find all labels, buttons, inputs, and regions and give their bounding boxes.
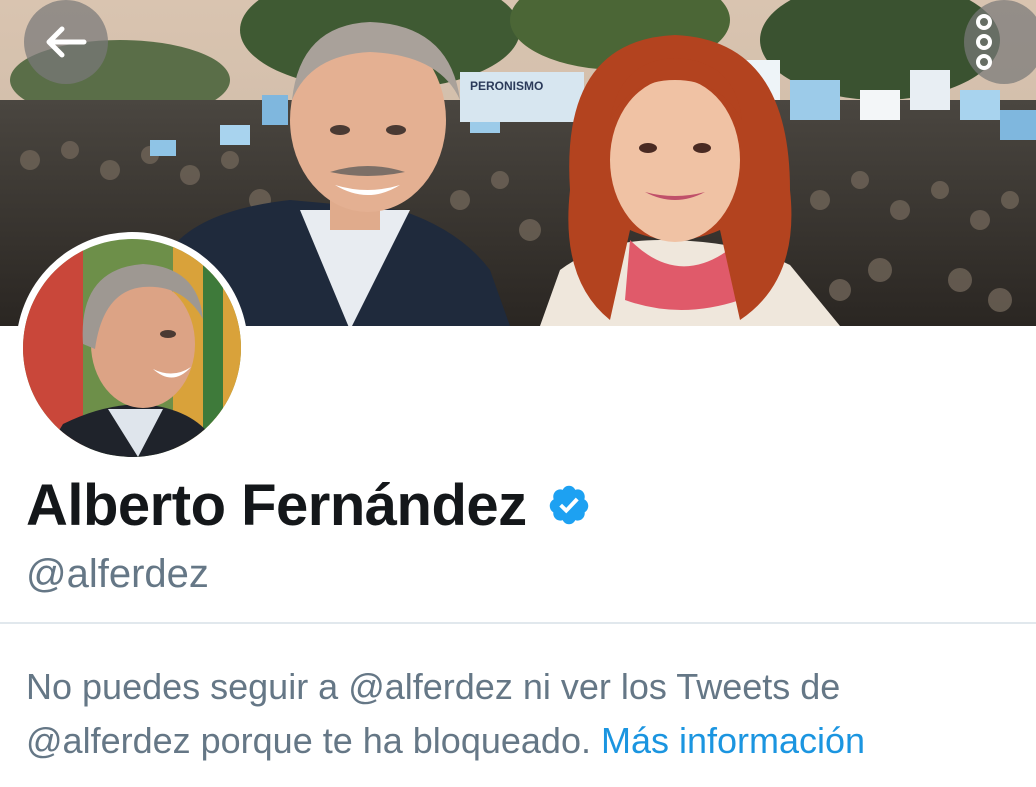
blocked-notice: No puedes seguir a @alferdez ni ver los … bbox=[26, 660, 1026, 768]
arrow-left-icon bbox=[46, 26, 87, 58]
back-button[interactable] bbox=[24, 0, 108, 84]
blocked-notice-line1: No puedes seguir a @alferdez ni ver los … bbox=[26, 666, 841, 707]
verified-badge-icon bbox=[549, 485, 588, 525]
profile-handle: @alferdez bbox=[26, 552, 209, 596]
more-options-button[interactable] bbox=[964, 0, 1036, 84]
blocked-notice-line2: @alferdez porque te ha bloqueado. bbox=[26, 720, 601, 761]
divider bbox=[0, 622, 1036, 624]
profile-page: PERONISMO Alberto Fernández @alferdez No… bbox=[0, 0, 1036, 787]
banner-sign-text: PERONISMO bbox=[470, 79, 543, 93]
profile-avatar[interactable] bbox=[16, 232, 248, 464]
vertical-dots-icon bbox=[976, 14, 992, 70]
name-row: Alberto Fernández bbox=[26, 470, 591, 540]
more-info-link[interactable]: Más información bbox=[601, 720, 865, 761]
profile-name: Alberto Fernández bbox=[26, 472, 527, 538]
avatar-image bbox=[23, 239, 241, 457]
